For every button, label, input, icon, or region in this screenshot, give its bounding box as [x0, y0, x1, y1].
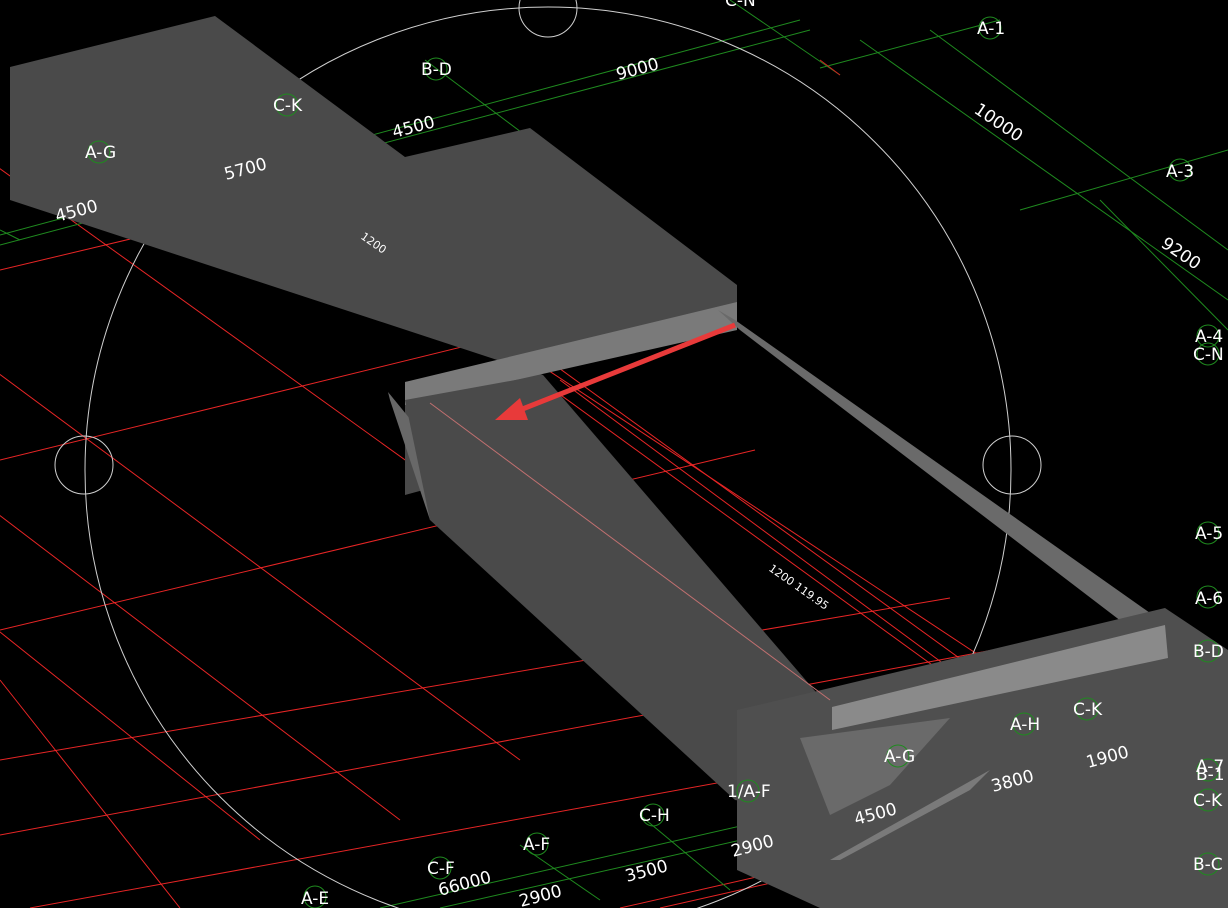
axis-label-a5: A-5	[1195, 524, 1223, 544]
axis-label-b1: B-1	[1196, 765, 1225, 785]
axis-label-a1: A-1	[977, 19, 1005, 39]
axis-label-a3: A-3	[1166, 162, 1194, 182]
model-solids[interactable]	[10, 16, 1228, 908]
axis-label-ck-right: C-K	[1193, 791, 1223, 811]
axis-label-a6: A-6	[1195, 589, 1223, 609]
axis-label-a4: A-4	[1195, 327, 1223, 347]
axis-label-cn-right: C-N	[1193, 345, 1224, 365]
axis-label-cn-top: C-N	[725, 0, 756, 11]
section-cut-line	[499, 59, 841, 153]
dim-3500: 3500	[623, 856, 670, 887]
axis-label-ag-bottom: A-G	[884, 747, 915, 767]
dim-9000: 9000	[614, 54, 661, 85]
dim-10000: 10000	[970, 100, 1026, 147]
axis-label-ck-bottom: C-K	[1073, 700, 1103, 720]
axis-label-ck-top: C-K	[273, 96, 303, 116]
dim-4500-top: 4500	[390, 112, 437, 143]
axis-label-ae-bottom: A-E	[301, 889, 329, 908]
axis-label-ch-bottom: C-H	[639, 806, 670, 826]
dim-9200: 9200	[1157, 234, 1204, 275]
axis-label-1af-bottom: 1/A-F	[727, 782, 771, 802]
axis-label-bd-right: B-D	[1193, 642, 1224, 662]
axis-label-bc-right: B-C	[1193, 855, 1223, 875]
axis-label-af-bottom: A-F	[523, 835, 550, 855]
dim-2900-b: 2900	[517, 881, 564, 908]
annotation-beam-section: 1200 119.95	[766, 562, 831, 613]
axis-label-bd-top: B-D	[421, 60, 452, 80]
axis-label-ag-top: A-G	[85, 143, 116, 163]
3d-model-viewport[interactable]: A-1 C-N A-3 A-4 C-N A-5 A-6 B-D A-7 B-1 …	[0, 0, 1228, 908]
axis-label-ah-bottom: A-H	[1010, 715, 1040, 735]
axis-label-cf-bottom: C-F	[427, 859, 455, 879]
long-beam-right[interactable]	[718, 310, 1185, 670]
